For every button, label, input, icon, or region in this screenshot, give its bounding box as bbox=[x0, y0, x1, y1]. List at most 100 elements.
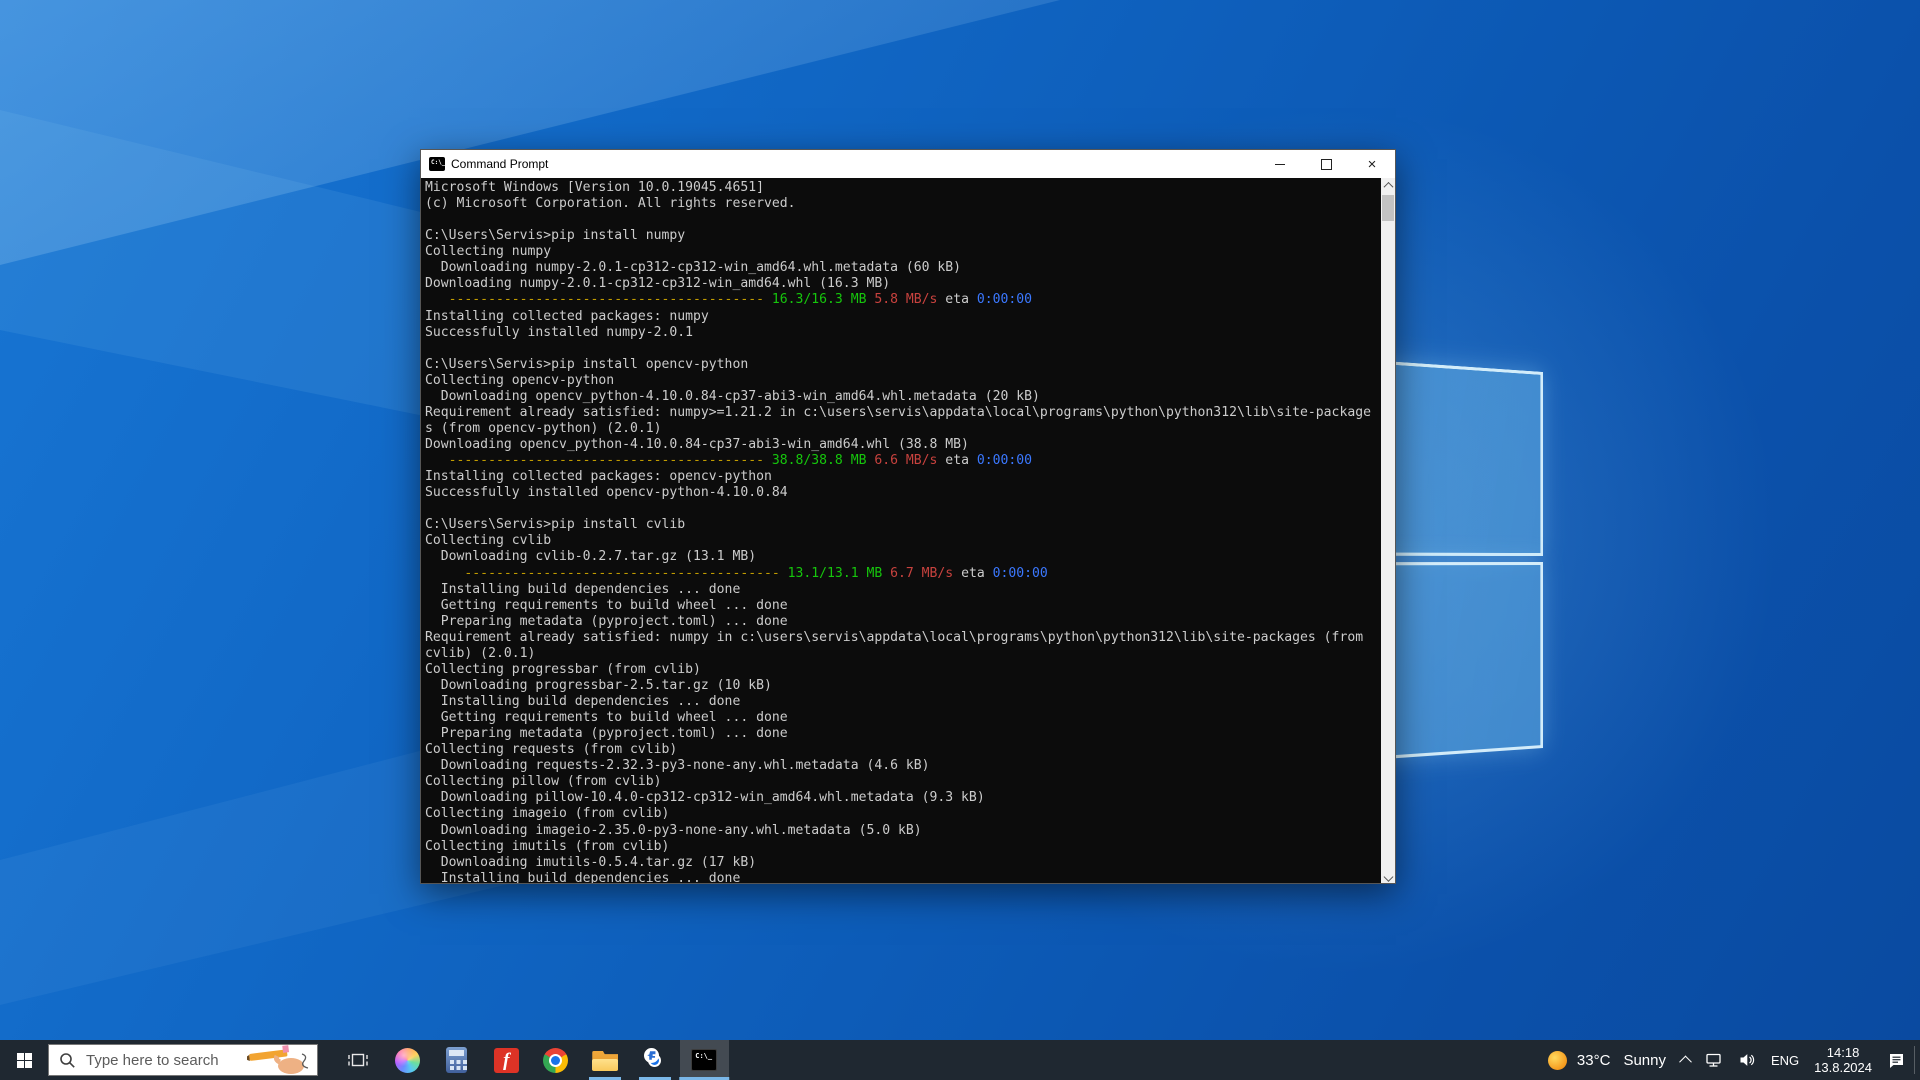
console-line: Downloading progressbar-2.5.tar.gz (10 k… bbox=[425, 678, 1381, 694]
maximize-button[interactable] bbox=[1303, 150, 1349, 178]
console-line: Downloading imageio-2.35.0-py3-none-any.… bbox=[425, 823, 1381, 839]
console-line: Installing build dependencies ... done bbox=[425, 694, 1381, 710]
console-line: Downloading requests-2.32.3-py3-none-any… bbox=[425, 758, 1381, 774]
console-line: (c) Microsoft Corporation. All rights re… bbox=[425, 196, 1381, 212]
console-line bbox=[425, 501, 1381, 517]
console-line: Collecting imutils (from cvlib) bbox=[425, 839, 1381, 855]
console-line: Installing build dependencies ... done bbox=[425, 582, 1381, 598]
console-line: cvlib) (2.0.1) bbox=[425, 646, 1381, 662]
console-line: Installing build dependencies ... done bbox=[425, 871, 1381, 883]
console-line: Requirement already satisfied: numpy in … bbox=[425, 630, 1381, 646]
calculator-icon bbox=[446, 1047, 467, 1073]
file-explorer-icon bbox=[592, 1050, 618, 1071]
show-desktop-button[interactable] bbox=[1914, 1046, 1920, 1074]
sun-weather-icon bbox=[1548, 1051, 1567, 1070]
console-line: C:\Users\Servis>pip install numpy bbox=[425, 228, 1381, 244]
clock-time: 14:18 bbox=[1827, 1045, 1860, 1060]
taskbar-item-chrome[interactable] bbox=[531, 1040, 581, 1080]
console-line: Collecting requests (from cvlib) bbox=[425, 742, 1381, 758]
network-icon bbox=[1705, 1051, 1723, 1069]
scroll-up-button[interactable] bbox=[1381, 178, 1395, 193]
chevron-up-icon bbox=[1383, 182, 1393, 192]
search-doodle-hand-pencil-icon bbox=[247, 1045, 311, 1075]
search-icon bbox=[59, 1052, 76, 1069]
copilot-icon bbox=[395, 1048, 420, 1073]
console-line: C:\Users\Servis>pip install opencv-pytho… bbox=[425, 357, 1381, 373]
system-tray: 33°C Sunny ENG 14:18 13.8.2024 bbox=[1548, 1040, 1920, 1080]
console-line: Downloading cvlib-0.2.7.tar.gz (13.1 MB) bbox=[425, 549, 1381, 565]
taskbar-item-chrome-dino[interactable] bbox=[630, 1040, 680, 1080]
console-scrollbar[interactable] bbox=[1381, 178, 1395, 883]
taskbar: f C:\_ 33°C Sunny bbox=[0, 1040, 1920, 1080]
console-line: Collecting progressbar (from cvlib) bbox=[425, 662, 1381, 678]
dino-badge-icon bbox=[644, 1048, 659, 1063]
console-line: Downloading imutils-0.5.4.tar.gz (17 kB) bbox=[425, 855, 1381, 871]
console-line: Microsoft Windows [Version 10.0.19045.46… bbox=[425, 180, 1381, 196]
start-button[interactable] bbox=[0, 1040, 48, 1080]
task-view-button[interactable] bbox=[333, 1040, 383, 1080]
clock-date: 13.8.2024 bbox=[1814, 1060, 1872, 1075]
taskbar-item-calculator[interactable] bbox=[432, 1040, 482, 1080]
search-input[interactable] bbox=[84, 1051, 247, 1070]
volume-button[interactable] bbox=[1738, 1051, 1756, 1069]
console-output[interactable]: Microsoft Windows [Version 10.0.19045.46… bbox=[421, 178, 1381, 883]
windows-start-icon bbox=[17, 1053, 32, 1068]
console-line: Downloading numpy-2.0.1-cp312-cp312-win_… bbox=[425, 276, 1381, 292]
cmd-icon: C:\_ bbox=[429, 157, 445, 171]
console-line: s (from opencv-python) (2.0.1) bbox=[425, 421, 1381, 437]
weather-condition: Sunny bbox=[1623, 1052, 1666, 1069]
window-titlebar[interactable]: C:\_ Command Prompt × bbox=[421, 150, 1395, 178]
task-view-icon bbox=[347, 1049, 369, 1071]
scrollbar-thumb[interactable] bbox=[1382, 195, 1394, 221]
console-line: Installing collected packages: numpy bbox=[425, 309, 1381, 325]
console-line: Getting requirements to build wheel ... … bbox=[425, 598, 1381, 614]
console-line: Successfully installed opencv-python-4.1… bbox=[425, 485, 1381, 501]
console-line: Requirement already satisfied: numpy>=1.… bbox=[425, 405, 1381, 421]
console-line bbox=[425, 212, 1381, 228]
network-button[interactable] bbox=[1705, 1051, 1723, 1069]
console-line: Downloading opencv_python-4.10.0.84-cp37… bbox=[425, 437, 1381, 453]
console-line: Installing collected packages: opencv-py… bbox=[425, 469, 1381, 485]
command-prompt-window: C:\_ Command Prompt × Microsoft Windows … bbox=[420, 149, 1396, 884]
action-center-icon bbox=[1887, 1051, 1906, 1070]
console-line: Collecting numpy bbox=[425, 244, 1381, 260]
close-button[interactable]: × bbox=[1349, 150, 1395, 178]
taskbar-search-box[interactable] bbox=[48, 1044, 318, 1076]
minimize-icon bbox=[1275, 164, 1285, 165]
taskbar-item-command-prompt[interactable]: C:\_ bbox=[680, 1040, 730, 1080]
console-line: Collecting opencv-python bbox=[425, 373, 1381, 389]
language-indicator[interactable]: ENG bbox=[1771, 1053, 1799, 1068]
taskbar-item-file-explorer[interactable] bbox=[581, 1040, 631, 1080]
console-line: Collecting pillow (from cvlib) bbox=[425, 774, 1381, 790]
red-f-app-icon: f bbox=[494, 1048, 519, 1073]
console-line: Collecting imageio (from cvlib) bbox=[425, 806, 1381, 822]
console-line: Downloading pillow-10.4.0-cp312-cp312-wi… bbox=[425, 790, 1381, 806]
console-line: Successfully installed numpy-2.0.1 bbox=[425, 325, 1381, 341]
taskbar-item-red-f-app[interactable]: f bbox=[482, 1040, 532, 1080]
command-prompt-icon: C:\_ bbox=[691, 1049, 717, 1071]
console-line: C:\Users\Servis>pip install cvlib bbox=[425, 517, 1381, 533]
minimize-button[interactable] bbox=[1257, 150, 1303, 178]
weather-temperature: 33°C bbox=[1577, 1052, 1611, 1069]
console-line: ----------------------------------------… bbox=[425, 566, 1381, 582]
console-line: Getting requirements to build wheel ... … bbox=[425, 710, 1381, 726]
taskbar-item-copilot[interactable] bbox=[383, 1040, 433, 1080]
taskbar-app-area: f C:\_ bbox=[333, 1040, 729, 1080]
console-line bbox=[425, 341, 1381, 357]
console-line: Downloading opencv_python-4.10.0.84-cp37… bbox=[425, 389, 1381, 405]
chevron-down-icon bbox=[1383, 872, 1393, 882]
speaker-icon bbox=[1738, 1051, 1756, 1069]
weather-widget[interactable]: 33°C Sunny bbox=[1548, 1051, 1666, 1070]
chevron-up-icon bbox=[1679, 1055, 1692, 1068]
console-line: Preparing metadata (pyproject.toml) ... … bbox=[425, 726, 1381, 742]
tray-overflow-button[interactable] bbox=[1681, 1056, 1690, 1065]
maximize-icon bbox=[1321, 159, 1332, 170]
console-line: ----------------------------------------… bbox=[425, 453, 1381, 469]
clock-widget[interactable]: 14:18 13.8.2024 bbox=[1814, 1045, 1872, 1075]
chrome-icon bbox=[543, 1048, 568, 1073]
window-title: Command Prompt bbox=[451, 157, 548, 171]
console-line: ----------------------------------------… bbox=[425, 292, 1381, 308]
scroll-down-button[interactable] bbox=[1381, 868, 1395, 883]
close-icon: × bbox=[1368, 157, 1377, 172]
action-center-button[interactable] bbox=[1887, 1051, 1906, 1070]
